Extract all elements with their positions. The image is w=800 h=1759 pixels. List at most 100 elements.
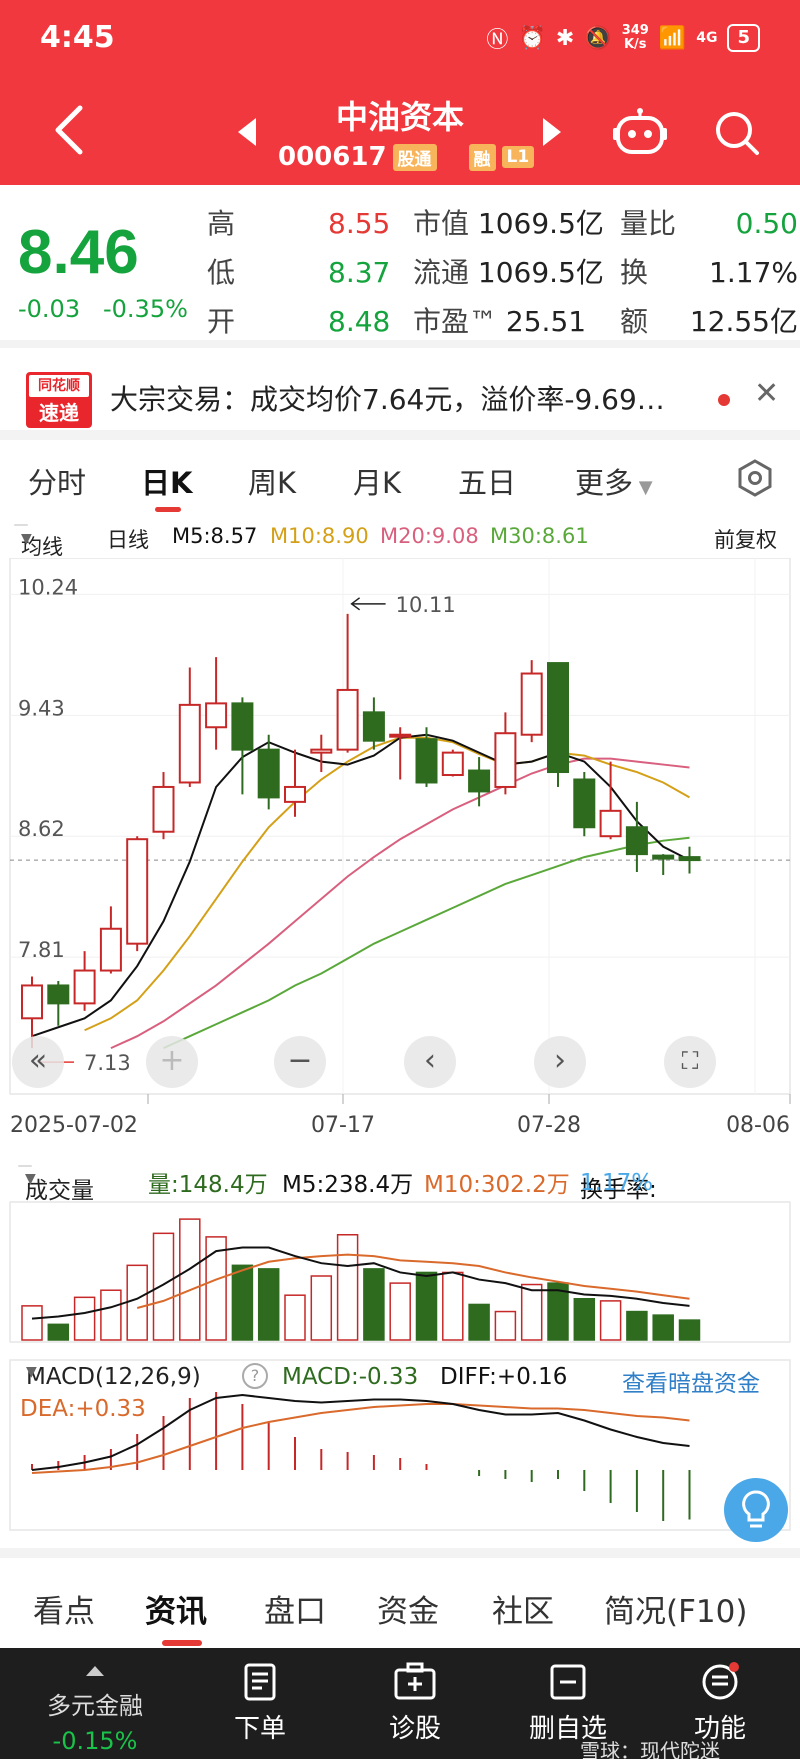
quote-panel: 8.46 -0.03 -0.35% 高 低 开 8.55 8.37 8.48 市… (0, 185, 800, 338)
open-value: 8.48 (328, 305, 391, 338)
function-menu-button[interactable]: 功能 (655, 1658, 785, 1745)
robot-assistant-icon[interactable] (612, 108, 668, 156)
candle-body (362, 711, 385, 742)
quote-col-hlo: 高 低 开 (207, 207, 236, 338)
close-icon[interactable]: ✕ (754, 376, 779, 411)
volume-bar (205, 1236, 227, 1341)
mcap-value: 1069.5亿 (477, 207, 604, 240)
status-bar: 4:45 Ⓝ ⏰ ✱ 🔕 349 K/s 📶 4G 5 (0, 0, 800, 80)
adjust-mode[interactable]: 前复权 (714, 524, 777, 554)
news-bar[interactable]: 同花顺 速递 大宗交易：成交均价7.64元，溢价率-9.69… ✕ (0, 340, 800, 440)
candle-body (520, 672, 543, 736)
volume-bar (468, 1303, 490, 1341)
candle-body (99, 927, 122, 972)
y-axis-labels: 10.24 9.43 8.62 7.81 (18, 575, 78, 962)
menu-icon (702, 1662, 739, 1700)
candle-body (441, 751, 464, 777)
lightbulb-icon[interactable] (724, 1478, 788, 1542)
tab-orderbook[interactable]: 盘口 (264, 1586, 326, 1631)
active-tab-indicator (162, 1640, 202, 1646)
volume-bar (494, 1310, 517, 1341)
candle-body (231, 702, 254, 751)
tab-monthly-k[interactable]: 月K (353, 460, 401, 502)
volume-bar (21, 1305, 43, 1341)
news-headline[interactable]: 大宗交易：成交均价7.64元，溢价率-9.69… (110, 378, 710, 418)
y-tick-label: 9.43 (18, 696, 65, 720)
scroll-left-fast-button[interactable]: « (12, 1036, 64, 1088)
low-value: 8.37 (328, 256, 391, 289)
volume-bar (520, 1283, 543, 1341)
x-tick-label: 07-17 (311, 1113, 375, 1138)
stock-code-row: 000617 股通 融 L1 (278, 142, 535, 172)
date-axis-labels: 2025-07-02 07-17 07-28 08-06 (10, 1094, 791, 1138)
help-icon[interactable]: ? (242, 1363, 268, 1389)
bluetooth-icon: ✱ (555, 25, 575, 51)
level-tag: L1 (501, 146, 535, 168)
float-value: 1069.5亿 (477, 256, 604, 289)
battery-icon: 5 (727, 24, 760, 52)
minus-box-icon (550, 1664, 586, 1700)
quote-col-ratio: 量比 换 额 (620, 207, 677, 338)
connect-tag: 股通 (392, 143, 437, 171)
indicator-mode-select[interactable]: 均线 ▼ (14, 524, 63, 559)
candle-body (284, 785, 306, 803)
tab-intraday[interactable]: 分时 (28, 460, 86, 502)
ma20-label: M20:9.08 (380, 524, 479, 548)
volume-bar (126, 1264, 148, 1341)
settings-icon[interactable] (735, 458, 775, 498)
sector-change: -0.15% (52, 1727, 138, 1755)
volume-bar (73, 1296, 96, 1341)
diagnose-button[interactable]: 诊股 (350, 1658, 480, 1745)
dark-pool-link[interactable]: 查看暗盘资金 (622, 1364, 760, 1398)
zoom-in-button[interactable]: + (146, 1036, 198, 1088)
zoom-out-button[interactable]: − (274, 1036, 326, 1088)
candle-body (652, 854, 675, 860)
dea-value: DEA:+0.33 (20, 1396, 146, 1422)
volume-bar (363, 1268, 385, 1341)
tab-funds[interactable]: 资金 (377, 1586, 439, 1631)
candle-body (21, 984, 43, 1020)
pe-value: 25.51 (505, 305, 587, 338)
network-speed: 349 K/s (621, 23, 649, 52)
volume-bar (310, 1275, 333, 1341)
ma30-label: M30:8.61 (490, 524, 589, 548)
candle-body (205, 702, 228, 729)
ma10-line (84, 736, 690, 1032)
y-tick-label: 10.24 (18, 575, 78, 599)
remove-watchlist-button[interactable]: 删自选 (503, 1658, 633, 1745)
tab-highlights[interactable]: 看点 (33, 1586, 95, 1631)
next-stock-arrow-icon[interactable] (543, 118, 561, 146)
candle-body (599, 809, 622, 838)
candle-body (547, 662, 569, 774)
tab-more[interactable]: 更多 ▼ (575, 460, 653, 502)
order-button[interactable]: 下单 (195, 1658, 325, 1745)
tab-five-day[interactable]: 五日 (458, 460, 516, 502)
candle-body (178, 703, 201, 784)
macd-legend: MACD(12,26,9) ▼ ? MACD:-0.33 DIFF:+0.16 … (20, 1363, 760, 1422)
candle-body (573, 778, 596, 829)
scroll-right-button[interactable]: › (534, 1036, 586, 1088)
volume-indicator-select[interactable]: 成交量 ▼ (18, 1165, 94, 1204)
fullscreen-icon[interactable]: ⛶ (664, 1036, 716, 1088)
scroll-left-button[interactable]: ‹ (404, 1036, 456, 1088)
search-icon[interactable] (712, 108, 762, 158)
tab-news[interactable]: 资讯 (145, 1586, 207, 1631)
active-tab-indicator (155, 507, 181, 512)
period-tabs: 分时 日K 周K 月K 五日 更多 ▼ (0, 450, 800, 520)
tab-community[interactable]: 社区 (492, 1586, 554, 1631)
tab-profile-f10[interactable]: 简况(F10) (604, 1586, 747, 1631)
candle-body (678, 856, 701, 862)
min-price-label: 7.13 (84, 1051, 131, 1075)
caret-up-icon (86, 1666, 104, 1676)
quote-col-mcap: 市值 1069.5亿 流通 1069.5亿 市盈™ 25.51 (413, 207, 604, 338)
candle-body (415, 738, 438, 784)
ma30-line (163, 836, 690, 1050)
stock-header: 4:45 Ⓝ ⏰ ✱ 🔕 349 K/s 📶 4G 5 中油资本 000617 股… (0, 0, 800, 185)
tab-weekly-k[interactable]: 周K (248, 460, 296, 502)
sector-info[interactable]: 多元金融 -0.15% (20, 1666, 170, 1755)
volume-bar (415, 1271, 438, 1341)
sector-name: 多元金融 (47, 1692, 143, 1720)
tab-daily-k[interactable]: 日K (141, 460, 192, 502)
medkit-icon (394, 1662, 436, 1700)
high-value: 8.55 (328, 207, 391, 240)
